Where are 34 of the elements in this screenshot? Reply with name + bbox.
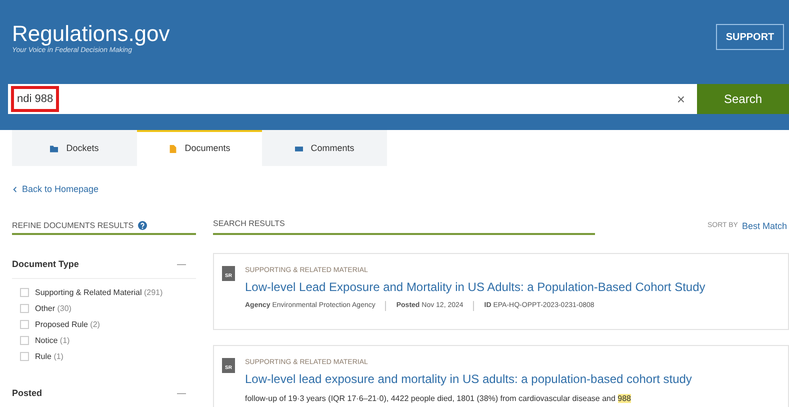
collapse-toggle[interactable]: —	[177, 386, 186, 400]
filter-option[interactable]: Proposed Rule (2)	[35, 318, 100, 330]
filter-option[interactable]: Rule (1)	[35, 350, 64, 362]
collapse-toggle[interactable]: —	[177, 258, 186, 272]
section-title: Posted	[12, 386, 42, 400]
result-title-link[interactable]: Low-level Lead Exposure and Mortality in US Adults: a Population-Based Cohort Study	[245, 278, 706, 294]
support-button[interactable]: SUPPORT	[716, 24, 784, 50]
filter-option[interactable]: Other (30)	[35, 302, 72, 314]
checkbox[interactable]	[20, 288, 29, 297]
back-link[interactable]: Back to Homepage	[12, 183, 99, 196]
clear-button[interactable]: ×	[676, 88, 685, 110]
sidebar-title: REFINE DOCUMENTS RESULTS	[12, 220, 134, 232]
site-logo[interactable]: Regulations.gov	[12, 22, 170, 46]
checkbox[interactable]	[20, 336, 29, 345]
checkbox[interactable]	[20, 320, 29, 329]
chevron-icon	[12, 186, 18, 194]
search-field[interactable]: ndi 988 ×	[8, 84, 697, 114]
help-icon	[138, 221, 147, 230]
folder-icon	[50, 145, 58, 153]
search-button[interactable]: Search	[697, 84, 789, 114]
filter-option[interactable]: Notice (1)	[35, 334, 70, 346]
tab[interactable]: Comments	[262, 130, 387, 166]
checkbox[interactable]	[20, 352, 29, 361]
filter-option[interactable]: Supporting & Related Material (291)	[35, 286, 163, 298]
sort-dropdown[interactable]: Best Match	[742, 220, 787, 234]
checkbox[interactable]	[20, 304, 29, 313]
comment-icon	[294, 145, 303, 153]
results-title: SEARCH RESULTS	[213, 218, 595, 235]
result-title-link[interactable]: Low-level lead exposure and mortality in US adults: a population-based cohort study	[245, 370, 692, 386]
result-snippet: follow-up of 19·3 years (IQR 17·6–21·0), 4422 people died, 1801 (38%) from cardiovascular disease and 988	[245, 392, 632, 404]
search-query: ndi 988	[11, 86, 60, 112]
tab[interactable]: Dockets	[12, 130, 137, 166]
document-icon	[168, 145, 177, 153]
section-title: Document Type	[12, 258, 79, 271]
